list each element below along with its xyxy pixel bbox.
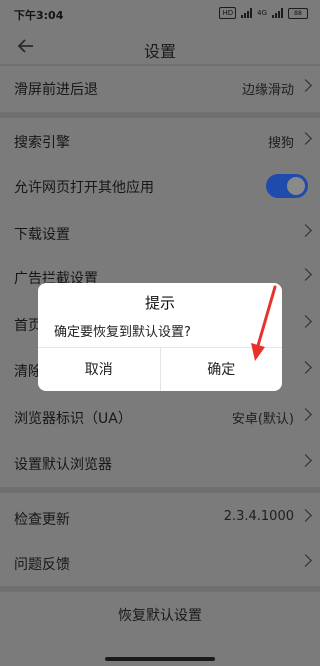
row-value: 2.3.4.1000 <box>223 509 294 524</box>
dialog-buttons: 取消 确定 <box>38 347 282 391</box>
row-value: 搜狗 <box>267 136 294 151</box>
row-open-apps: 允许网页打开其他应用 <box>0 164 320 208</box>
row-label: 允许网页打开其他应用 <box>14 180 154 196</box>
chevron-right-icon <box>299 132 312 145</box>
restore-defaults-button[interactable]: 恢复默认设置 <box>0 596 320 636</box>
status-time: 下午3:04 <box>14 9 64 22</box>
chevron-right-icon <box>299 361 312 374</box>
row-value: 安卓(默认) <box>231 412 294 427</box>
row-default-browser[interactable]: 设置默认浏览器 <box>0 441 320 485</box>
chevron-right-icon <box>299 554 312 567</box>
chevron-right-icon <box>299 509 312 522</box>
annotation-arrow-icon <box>251 285 277 361</box>
hd-icon: HD <box>219 7 237 19</box>
row-label: 设置默认浏览器 <box>14 457 112 473</box>
row-download-settings[interactable]: 下载设置 <box>0 211 320 255</box>
row-label: 检查更新 <box>14 512 70 528</box>
signal-icon <box>241 8 253 18</box>
open-apps-toggle[interactable] <box>266 174 308 198</box>
chevron-right-icon <box>299 315 312 328</box>
status-bar: 下午3:04 HD 4G 88 <box>0 0 320 28</box>
row-check-update[interactable]: 检查更新 2.3.4.1000 <box>0 496 320 540</box>
home-indicator[interactable] <box>105 657 215 661</box>
network-type: 4G <box>257 9 267 17</box>
status-icons: HD 4G 88 <box>219 7 308 19</box>
row-browser-ua[interactable]: 浏览器标识（UA） 安卓(默认) <box>0 395 320 439</box>
chevron-right-icon <box>299 224 312 237</box>
app-header: 设置 <box>0 28 320 68</box>
signal-icon-2 <box>272 8 283 18</box>
row-label: 浏览器标识（UA） <box>14 411 132 427</box>
divider <box>0 487 320 493</box>
row-label: 下载设置 <box>14 227 70 243</box>
row-label: 搜索引擎 <box>14 135 70 151</box>
row-label: 问题反馈 <box>14 557 70 573</box>
confirm-dialog: 提示 确定要恢复到默认设置? 取消 确定 <box>38 283 282 391</box>
divider <box>0 586 320 592</box>
divider <box>0 112 320 118</box>
battery-icon: 88 <box>288 7 308 19</box>
page-title: 设置 <box>143 42 176 61</box>
chevron-right-icon <box>299 79 312 92</box>
toggle-knob <box>287 177 305 195</box>
settings-screen: 下午3:04 HD 4G 88 设置 滑屏前进后退 边缘滑动 搜索引擎 搜狗 允… <box>0 0 320 666</box>
row-label: 滑屏前进后退 <box>14 82 98 98</box>
chevron-right-icon <box>299 268 312 281</box>
row-search-engine[interactable]: 搜索引擎 搜狗 <box>0 119 320 163</box>
dialog-title: 提示 <box>144 294 175 312</box>
cancel-button[interactable]: 取消 <box>38 348 160 391</box>
row-swipe-navigation[interactable]: 滑屏前进后退 边缘滑动 <box>0 66 320 110</box>
dialog-message: 确定要恢复到默认设置? <box>54 325 191 340</box>
row-value: 边缘滑动 <box>241 83 294 98</box>
row-feedback[interactable]: 问题反馈 <box>0 541 320 585</box>
chevron-right-icon <box>299 454 312 467</box>
chevron-right-icon <box>299 408 312 421</box>
